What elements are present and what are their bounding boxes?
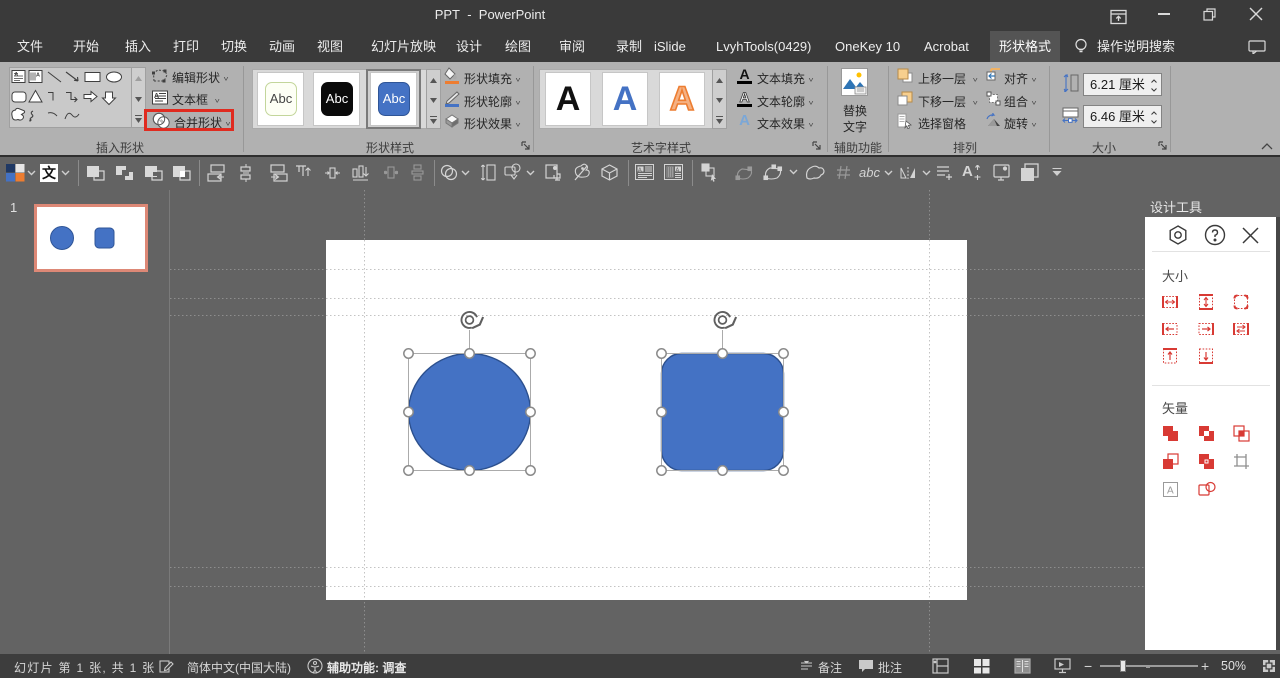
svg-text:A: A [14, 72, 18, 78]
svg-text:A: A [638, 168, 642, 174]
svg-text:A: A [154, 93, 159, 100]
svg-text:A: A [1167, 486, 1174, 497]
svg-text:A: A [36, 73, 40, 79]
svg-text:A: A [676, 168, 680, 174]
